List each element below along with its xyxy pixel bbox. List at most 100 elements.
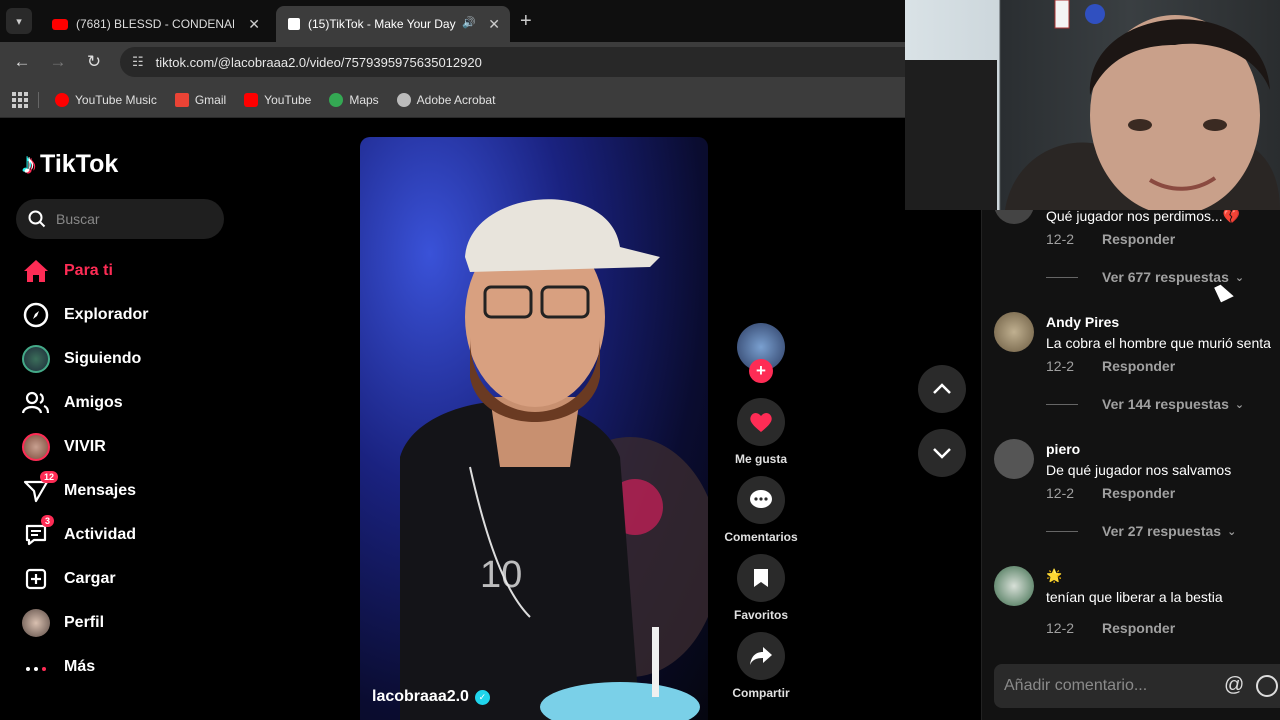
bookmark-youtube[interactable]: YouTube: [244, 92, 312, 107]
nav-vivir[interactable]: VIVIR: [20, 431, 220, 463]
search-input[interactable]: [56, 211, 216, 227]
comment-date: 12-2: [1046, 358, 1075, 374]
close-tab-icon[interactable]: ✕: [488, 16, 500, 33]
favorites-button[interactable]: Favoritos: [720, 554, 802, 622]
youtube-music-icon: [55, 92, 69, 107]
bookmark-adobe-acrobat[interactable]: Adobe Acrobat: [396, 92, 495, 107]
reload-icon[interactable]: ↻: [84, 52, 104, 72]
avatar[interactable]: [994, 439, 1034, 479]
previous-video-button[interactable]: [918, 365, 966, 413]
back-icon[interactable]: ←: [12, 52, 32, 72]
nav-label: Para ti: [64, 262, 113, 279]
maps-pin-icon: [329, 92, 344, 107]
comments-button[interactable]: Comentarios: [720, 476, 802, 544]
mention-icon[interactable]: @: [1224, 674, 1244, 697]
comment-text: De qué jugador nos salvamos: [1046, 462, 1232, 478]
following-avatar-icon: [20, 343, 52, 375]
avatar[interactable]: [994, 566, 1034, 606]
new-tab-icon[interactable]: +: [520, 10, 532, 33]
reply-button[interactable]: Responder: [1102, 620, 1175, 636]
view-replies-button[interactable]: Ver 144 respuestas ⌄: [1046, 396, 1244, 412]
tab-tiktok[interactable]: (15)TikTok - Make Your Day 🔊 ✕: [276, 6, 510, 42]
view-replies-button[interactable]: Ver 677 respuestas ⌄: [1046, 269, 1244, 285]
reply-button[interactable]: Responder: [1102, 231, 1175, 247]
speaker-icon[interactable]: 🔊: [462, 16, 476, 29]
nav-mensajes[interactable]: 12 Mensajes: [20, 471, 220, 507]
like-button[interactable]: Me gusta: [720, 398, 802, 466]
tab-youtube[interactable]: (7681) BLESSD - CONDENADO ✕: [40, 6, 270, 42]
bookmark-gmail[interactable]: Gmail: [174, 92, 227, 107]
comment-meta: 12-2 Responder: [1046, 231, 1203, 247]
bookmark-label: YouTube: [264, 92, 312, 107]
video-frame: 10: [400, 199, 708, 720]
share-button[interactable]: Compartir: [720, 632, 802, 700]
profile-avatar-icon: [20, 607, 52, 639]
view-replies-label: Ver 144 respuestas: [1102, 396, 1229, 412]
comment-date: 12-2: [1046, 485, 1075, 501]
tiktok-note-icon: ♪: [22, 148, 36, 179]
video-username[interactable]: lacobraaa2.0 ✓: [372, 688, 490, 706]
tiktok-logo[interactable]: ♪ TikTok: [22, 148, 118, 180]
messages-icon: 12: [20, 471, 58, 507]
messages-badge: 12: [39, 471, 58, 483]
follow-plus-icon[interactable]: +: [749, 359, 773, 383]
home-icon: [20, 255, 52, 287]
avatar[interactable]: [994, 210, 1034, 224]
favorites-label: Favoritos: [733, 608, 788, 622]
comment-author[interactable]: 🌟: [1046, 568, 1062, 584]
comment-author[interactable]: Andy Pires: [1046, 314, 1119, 330]
nav-label: Siguiendo: [64, 350, 142, 367]
nav-perfil[interactable]: Perfil: [20, 607, 220, 639]
nav-label: Más: [64, 658, 96, 675]
next-video-button[interactable]: [918, 429, 966, 477]
emoji-icon[interactable]: [1256, 675, 1278, 697]
bookmark-youtube-music[interactable]: YouTube Music: [55, 92, 157, 107]
nav-actividad[interactable]: 3 Actividad: [20, 515, 220, 551]
more-icon: [20, 651, 52, 683]
chevron-up-icon: [933, 383, 951, 394]
nav-para-ti[interactable]: Para ti: [20, 255, 220, 287]
video-player[interactable]: 10: [360, 137, 708, 720]
nav-cargar[interactable]: Cargar: [20, 563, 220, 595]
bookmark-label: YouTube Music: [75, 92, 157, 107]
comment-text: Qué jugador nos perdimos...💔: [1046, 210, 1241, 224]
gmail-icon: [174, 92, 189, 107]
bookmark-label: Maps: [349, 92, 379, 107]
nav-label: Cargar: [64, 570, 116, 587]
bookmark-maps[interactable]: Maps: [329, 92, 379, 107]
comment-author[interactable]: piero: [1046, 441, 1080, 457]
site-settings-icon[interactable]: ☷: [132, 54, 144, 70]
close-tab-icon[interactable]: ✕: [248, 16, 260, 33]
nav-mas[interactable]: Más: [20, 651, 220, 683]
comment-meta: 12-2 Responder: [1046, 620, 1203, 636]
globe-icon: [396, 92, 411, 107]
nav-amigos[interactable]: Amigos: [20, 387, 220, 419]
heart-icon: [737, 398, 785, 446]
tab-search-button[interactable]: ▾: [6, 8, 32, 34]
comment-input[interactable]: [1004, 677, 1214, 695]
comment-meta: 12-2 Responder: [1046, 485, 1203, 501]
reply-button[interactable]: Responder: [1102, 485, 1175, 501]
bookmark-label: Gmail: [194, 92, 227, 107]
avatar[interactable]: [994, 312, 1034, 352]
search-box[interactable]: [16, 199, 224, 239]
reply-button[interactable]: Responder: [1102, 358, 1175, 374]
address-bar: ← → ↻ ☷ tiktok.com/@lacobraaa2.0/video/7…: [0, 42, 910, 82]
nav-explorador[interactable]: Explorador: [20, 299, 220, 331]
forward-icon[interactable]: →: [48, 52, 68, 72]
comments-panel: Qué jugador nos perdimos...💔 12-2 Respond…: [981, 210, 1280, 720]
chevron-down-icon: ⌄: [1234, 271, 1245, 284]
nav-label: Perfil: [64, 614, 105, 631]
nav-label: VIVIR: [64, 438, 106, 455]
apps-grid-icon[interactable]: [12, 91, 28, 108]
nav-label: Actividad: [64, 526, 137, 543]
nav-label: Mensajes: [64, 482, 137, 499]
url-field[interactable]: ☷ tiktok.com/@lacobraaa2.0/video/7579395…: [120, 47, 910, 77]
activity-badge: 3: [40, 515, 54, 527]
view-replies-button[interactable]: Ver 27 respuestas ⌄: [1046, 523, 1236, 539]
view-replies-label: Ver 27 respuestas: [1102, 523, 1222, 539]
comment-meta: 12-2 Responder: [1046, 358, 1203, 374]
creator-avatar-button[interactable]: +: [720, 323, 802, 383]
live-avatar-icon: [20, 431, 52, 463]
nav-siguiendo[interactable]: Siguiendo: [20, 343, 220, 375]
